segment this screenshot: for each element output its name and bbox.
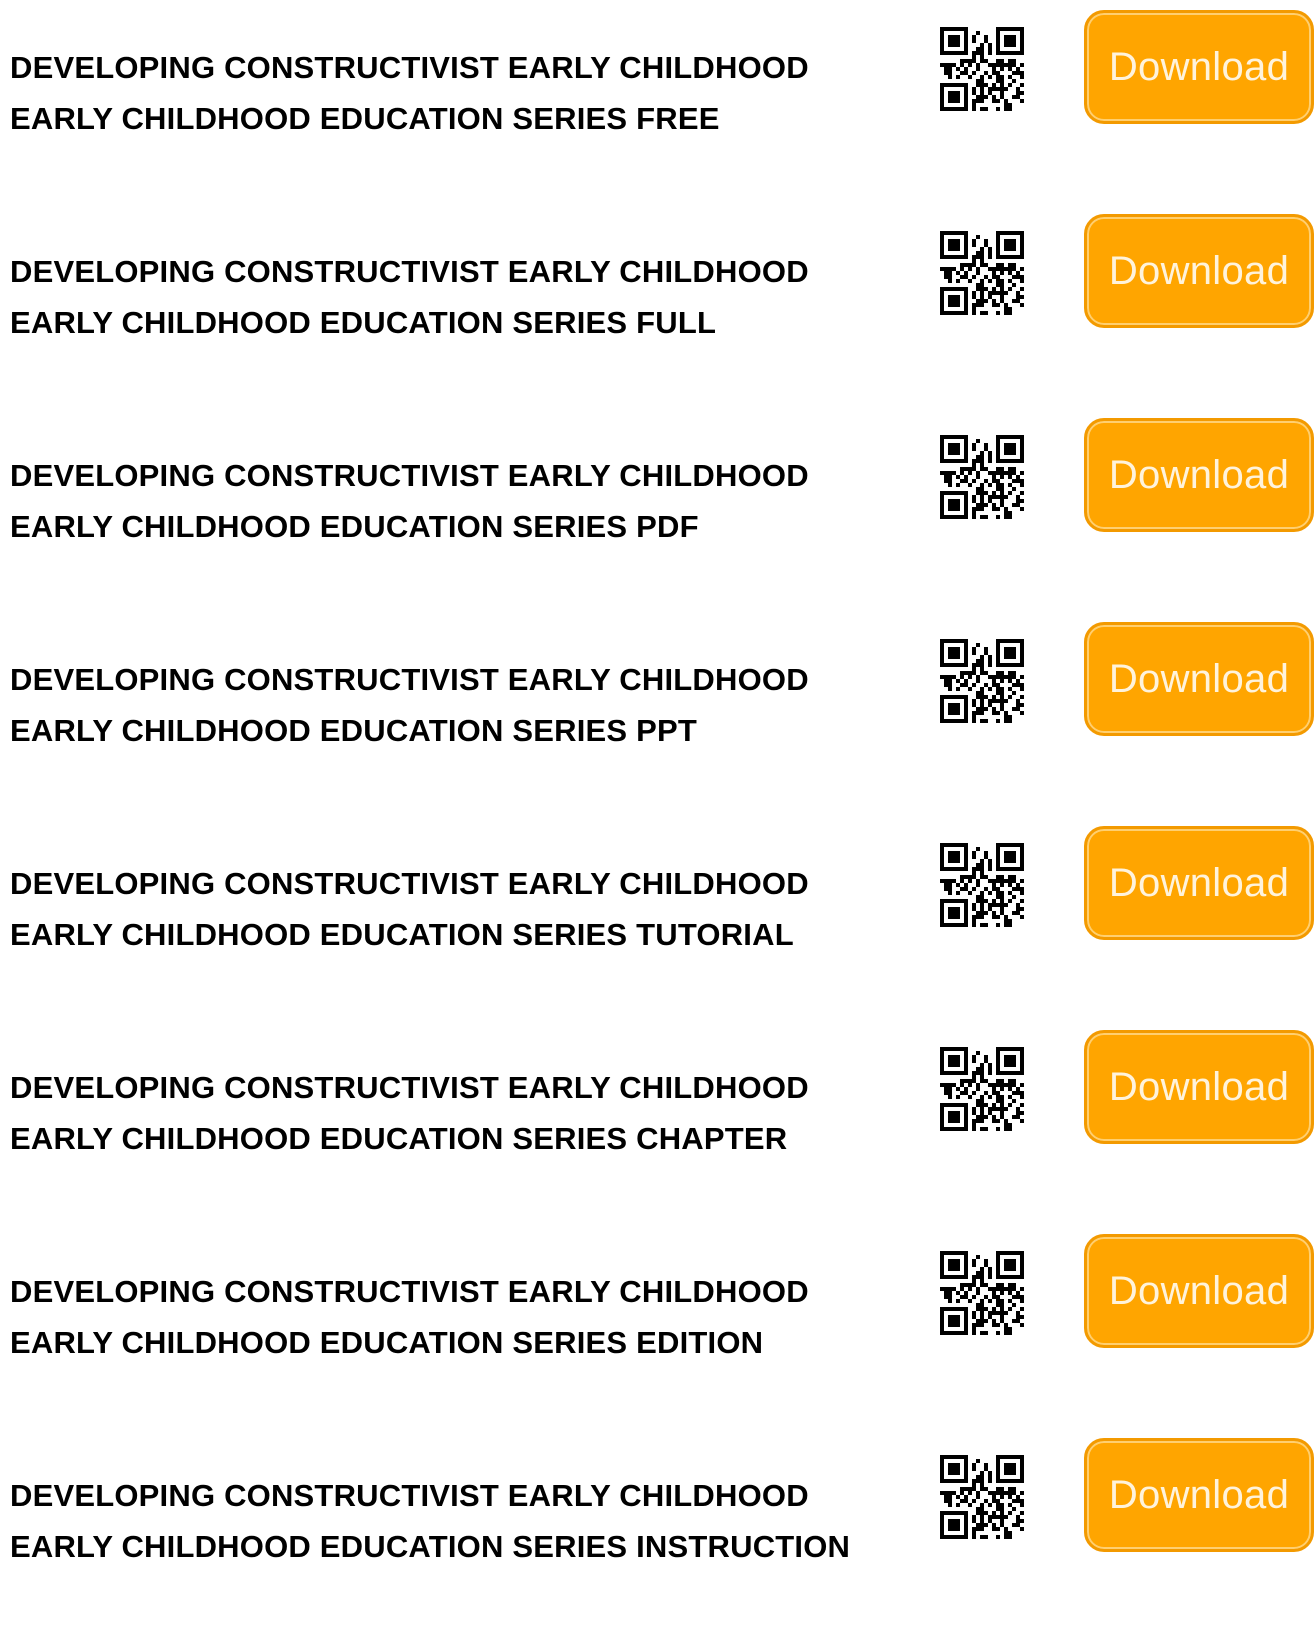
item-title: DEVELOPING CONSTRUCTIVIST EARLY CHILDHOO… (10, 1062, 890, 1164)
item-title-line-1: DEVELOPING CONSTRUCTIVIST EARLY CHILDHOO… (10, 254, 809, 289)
list-item: DEVELOPING CONSTRUCTIVIST EARLY CHILDHOO… (0, 1030, 1314, 1234)
qr-code-graphic (935, 430, 1029, 524)
qr-code-icon (935, 634, 1029, 728)
list-item: DEVELOPING CONSTRUCTIVIST EARLY CHILDHOO… (0, 622, 1314, 826)
download-button-label: Download (1108, 452, 1290, 497)
qr-code-graphic (935, 22, 1029, 116)
list-item: DEVELOPING CONSTRUCTIVIST EARLY CHILDHOO… (0, 418, 1314, 622)
download-button[interactable]: Download (1084, 826, 1314, 940)
qr-code-graphic (935, 1450, 1029, 1544)
qr-code-icon (935, 838, 1029, 932)
qr-code-icon (935, 1042, 1029, 1136)
item-title-line-2: EARLY CHILDHOOD EDUCATION SERIES EDITION (10, 1325, 764, 1360)
item-title-line-2: EARLY CHILDHOOD EDUCATION SERIES FULL (10, 305, 717, 340)
list-item: DEVELOPING CONSTRUCTIVIST EARLY CHILDHOO… (0, 826, 1314, 1030)
download-button-label: Download (1108, 656, 1290, 701)
item-title-line-1: DEVELOPING CONSTRUCTIVIST EARLY CHILDHOO… (10, 1070, 809, 1105)
download-button[interactable]: Download (1084, 1234, 1314, 1348)
item-title: DEVELOPING CONSTRUCTIVIST EARLY CHILDHOO… (10, 42, 890, 144)
qr-code-icon (935, 1246, 1029, 1340)
item-title-line-2: EARLY CHILDHOOD EDUCATION SERIES INSTRUC… (10, 1529, 851, 1564)
qr-code-icon (935, 226, 1029, 320)
qr-code-icon (935, 430, 1029, 524)
item-title-line-2: EARLY CHILDHOOD EDUCATION SERIES PDF (10, 509, 699, 544)
qr-code-graphic (935, 1042, 1029, 1136)
item-title-line-1: DEVELOPING CONSTRUCTIVIST EARLY CHILDHOO… (10, 1274, 809, 1309)
qr-code-graphic (935, 838, 1029, 932)
download-button-label: Download (1108, 1268, 1290, 1313)
qr-code-graphic (935, 634, 1029, 728)
item-title-line-1: DEVELOPING CONSTRUCTIVIST EARLY CHILDHOO… (10, 1478, 809, 1513)
download-button-label: Download (1108, 1064, 1290, 1109)
download-button-label: Download (1108, 44, 1290, 89)
item-title: DEVELOPING CONSTRUCTIVIST EARLY CHILDHOO… (10, 858, 890, 960)
download-button[interactable]: Download (1084, 418, 1314, 532)
item-title-line-2: EARLY CHILDHOOD EDUCATION SERIES CHAPTER (10, 1121, 788, 1156)
qr-code-graphic (935, 226, 1029, 320)
download-button[interactable]: Download (1084, 10, 1314, 124)
list-item: DEVELOPING CONSTRUCTIVIST EARLY CHILDHOO… (0, 1234, 1314, 1438)
item-title: DEVELOPING CONSTRUCTIVIST EARLY CHILDHOO… (10, 1470, 890, 1572)
qr-code-graphic (935, 1246, 1029, 1340)
download-button[interactable]: Download (1084, 1030, 1314, 1144)
download-button[interactable]: Download (1084, 622, 1314, 736)
download-list: DEVELOPING CONSTRUCTIVIST EARLY CHILDHOO… (0, 10, 1314, 1642)
qr-code-icon (935, 1450, 1029, 1544)
item-title: DEVELOPING CONSTRUCTIVIST EARLY CHILDHOO… (10, 450, 890, 552)
item-title-line-2: EARLY CHILDHOOD EDUCATION SERIES TUTORIA… (10, 917, 794, 952)
download-button-label: Download (1108, 1472, 1290, 1517)
download-button[interactable]: Download (1084, 1438, 1314, 1552)
item-title-line-1: DEVELOPING CONSTRUCTIVIST EARLY CHILDHOO… (10, 50, 809, 85)
item-title-line-2: EARLY CHILDHOOD EDUCATION SERIES PPT (10, 713, 697, 748)
item-title-line-2: EARLY CHILDHOOD EDUCATION SERIES FREE (10, 101, 720, 136)
list-item: DEVELOPING CONSTRUCTIVIST EARLY CHILDHOO… (0, 1438, 1314, 1642)
download-button[interactable]: Download (1084, 214, 1314, 328)
list-item: DEVELOPING CONSTRUCTIVIST EARLY CHILDHOO… (0, 10, 1314, 214)
item-title-line-1: DEVELOPING CONSTRUCTIVIST EARLY CHILDHOO… (10, 458, 809, 493)
item-title: DEVELOPING CONSTRUCTIVIST EARLY CHILDHOO… (10, 1266, 890, 1368)
item-title: DEVELOPING CONSTRUCTIVIST EARLY CHILDHOO… (10, 654, 890, 756)
list-item: DEVELOPING CONSTRUCTIVIST EARLY CHILDHOO… (0, 214, 1314, 418)
download-button-label: Download (1108, 248, 1290, 293)
item-title: DEVELOPING CONSTRUCTIVIST EARLY CHILDHOO… (10, 246, 890, 348)
qr-code-icon (935, 22, 1029, 116)
download-button-label: Download (1108, 860, 1290, 905)
item-title-line-1: DEVELOPING CONSTRUCTIVIST EARLY CHILDHOO… (10, 866, 809, 901)
item-title-line-1: DEVELOPING CONSTRUCTIVIST EARLY CHILDHOO… (10, 662, 809, 697)
